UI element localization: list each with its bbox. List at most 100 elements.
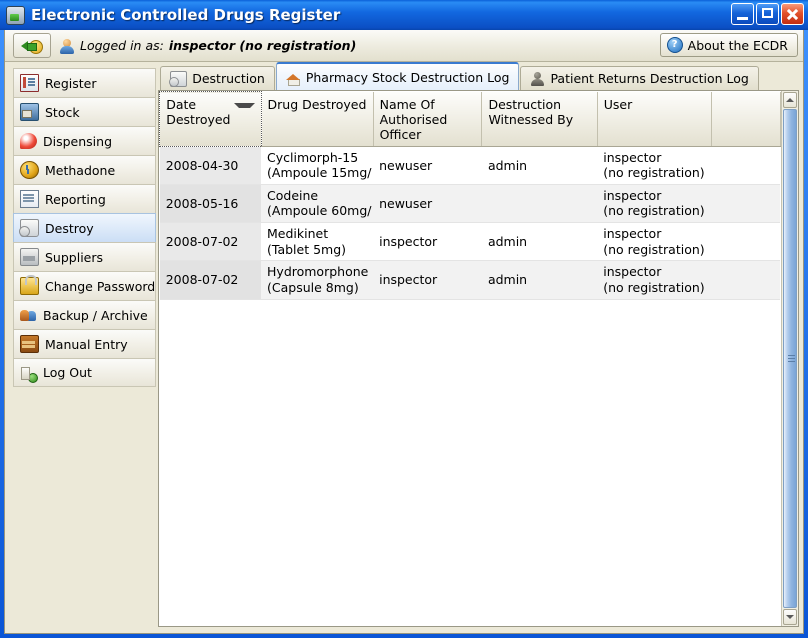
sidebar-item-change-password[interactable]: Change Password [13, 271, 156, 300]
cell-extra [711, 223, 780, 261]
cell-user-reg: (no registration) [603, 203, 704, 218]
cell-date: 2008-04-30 [160, 146, 261, 184]
destroy-icon [20, 219, 39, 237]
cell-officer: newuser [373, 146, 482, 184]
logged-in-user: inspector (no registration) [169, 38, 356, 53]
tab-pharmacy-stock-destruction-log[interactable]: Pharmacy Stock Destruction Log [276, 62, 520, 90]
column-header-label: Destruction Witnessed By [488, 97, 573, 127]
column-header-blank[interactable] [711, 92, 780, 147]
cell-witness [482, 184, 597, 222]
register-icon [20, 74, 39, 92]
switch-user-icon [21, 39, 43, 53]
cell-user: inspector(no registration) [597, 261, 711, 299]
sidebar-item-register[interactable]: Register [13, 68, 156, 97]
cell-drug-form: (Ampoule 15mg/ [267, 165, 371, 180]
column-header-destruction-witnessed-by[interactable]: Destruction Witnessed By [482, 92, 597, 147]
maximize-button[interactable] [756, 3, 779, 25]
stock-icon [20, 103, 39, 121]
tab-label: Pharmacy Stock Destruction Log [306, 70, 510, 85]
chevron-down-icon [234, 103, 255, 108]
close-button[interactable] [781, 3, 804, 25]
password-icon [20, 277, 39, 295]
destruction-log-table-panel: Date Destroyed Drug Destroyed Name Of Au [158, 90, 799, 627]
user-icon [59, 38, 75, 54]
title-bar: Electronic Controlled Drugs Register [0, 0, 808, 30]
client-area: Logged in as: inspector (no registration… [4, 30, 804, 634]
sidebar-item-label: Reporting [45, 192, 106, 207]
column-header-date-destroyed[interactable]: Date Destroyed [160, 92, 261, 147]
cell-officer: inspector [373, 261, 482, 299]
tab-label: Patient Returns Destruction Log [550, 71, 748, 86]
table-row[interactable]: 2008-05-16 Codeine(Ampoule 60mg/ newuser… [160, 184, 781, 222]
cell-drug-form: (Capsule 8mg) [267, 280, 359, 295]
column-header-user[interactable]: User [597, 92, 711, 147]
tab-patient-returns-destruction-log[interactable]: Patient Returns Destruction Log [520, 66, 758, 90]
sidebar-item-label: Destroy [45, 221, 94, 236]
cell-drug: Cyclimorph-15(Ampoule 15mg/ [261, 146, 373, 184]
cell-user-name: inspector [603, 188, 661, 203]
help-icon: ? [667, 37, 683, 53]
dispensing-icon [20, 133, 37, 149]
cell-date: 2008-07-02 [160, 261, 261, 299]
methadone-icon [20, 161, 39, 179]
cell-user: inspector(no registration) [597, 223, 711, 261]
tab-destruction[interactable]: Destruction [160, 66, 275, 90]
person-icon [530, 72, 545, 86]
right-pane: Destruction Pharmacy Stock Destruction L… [156, 62, 803, 633]
sidebar-item-stock[interactable]: Stock [13, 97, 156, 126]
logout-icon [20, 365, 37, 381]
cell-drug-name: Hydromorphone [267, 264, 368, 279]
sidebar-item-log-out[interactable]: Log Out [13, 358, 156, 387]
scroll-down-button[interactable] [783, 609, 797, 625]
scroll-up-button[interactable] [783, 92, 797, 108]
table-row[interactable]: 2008-07-02 Hydromorphone(Capsule 8mg) in… [160, 261, 781, 299]
cell-drug-name: Medikinet [267, 226, 328, 241]
pill-icon [6, 6, 25, 25]
sidebar-item-destroy[interactable]: Destroy [13, 213, 156, 242]
backup-icon [20, 307, 37, 323]
scroll-thumb[interactable] [783, 109, 797, 608]
sidebar-item-label: Dispensing [43, 134, 112, 149]
cell-officer: newuser [373, 184, 482, 222]
about-ecdr-button[interactable]: ? About the ECDR [660, 33, 798, 57]
destruction-icon [170, 71, 187, 87]
vertical-scrollbar[interactable] [781, 91, 798, 626]
tab-label: Destruction [192, 71, 265, 86]
sidebar-item-label: Log Out [43, 365, 92, 380]
sidebar-item-manual-entry[interactable]: Manual Entry [13, 329, 156, 358]
minimize-button[interactable] [731, 3, 754, 25]
table-row[interactable]: 2008-07-02 Medikinet(Tablet 5mg) inspect… [160, 223, 781, 261]
column-header-drug-destroyed[interactable]: Drug Destroyed [261, 92, 373, 147]
cell-user: inspector(no registration) [597, 146, 711, 184]
cell-extra [711, 146, 780, 184]
sidebar-item-label: Backup / Archive [43, 308, 148, 323]
sidebar-item-dispensing[interactable]: Dispensing [13, 126, 156, 155]
sidebar: Register Stock Dispensing Methadone Repo… [5, 62, 156, 633]
sidebar-item-reporting[interactable]: Reporting [13, 184, 156, 213]
window-controls [731, 3, 804, 25]
column-header-name-of-authorised-officer[interactable]: Name Of Authorised Officer [373, 92, 482, 147]
reporting-icon [20, 190, 39, 208]
tab-bar: Destruction Pharmacy Stock Destruction L… [158, 62, 799, 90]
column-header-label: Name Of Authorised Officer [380, 97, 448, 142]
sidebar-item-suppliers[interactable]: Suppliers [13, 242, 156, 271]
table-row[interactable]: 2008-04-30 Cyclimorph-15(Ampoule 15mg/ n… [160, 146, 781, 184]
column-header-label: User [604, 97, 633, 112]
sidebar-item-methadone[interactable]: Methadone [13, 155, 156, 184]
column-header-label: Drug Destroyed [268, 97, 367, 112]
content-body: Register Stock Dispensing Methadone Repo… [5, 62, 803, 633]
toolbar: Logged in as: inspector (no registration… [5, 30, 803, 62]
sidebar-item-label: Manual Entry [45, 337, 128, 352]
cell-extra [711, 184, 780, 222]
table-body: 2008-04-30 Cyclimorph-15(Ampoule 15mg/ n… [160, 146, 781, 299]
cell-user: inspector(no registration) [597, 184, 711, 222]
cell-date: 2008-05-16 [160, 184, 261, 222]
switch-user-button[interactable] [13, 33, 51, 58]
sidebar-item-label: Change Password [45, 279, 155, 294]
sidebar-item-label: Suppliers [45, 250, 103, 265]
cell-user-name: inspector [603, 150, 661, 165]
cell-user-reg: (no registration) [603, 165, 704, 180]
suppliers-icon [20, 248, 39, 266]
cell-drug-name: Codeine [267, 188, 318, 203]
sidebar-item-backup-archive[interactable]: Backup / Archive [13, 300, 156, 329]
